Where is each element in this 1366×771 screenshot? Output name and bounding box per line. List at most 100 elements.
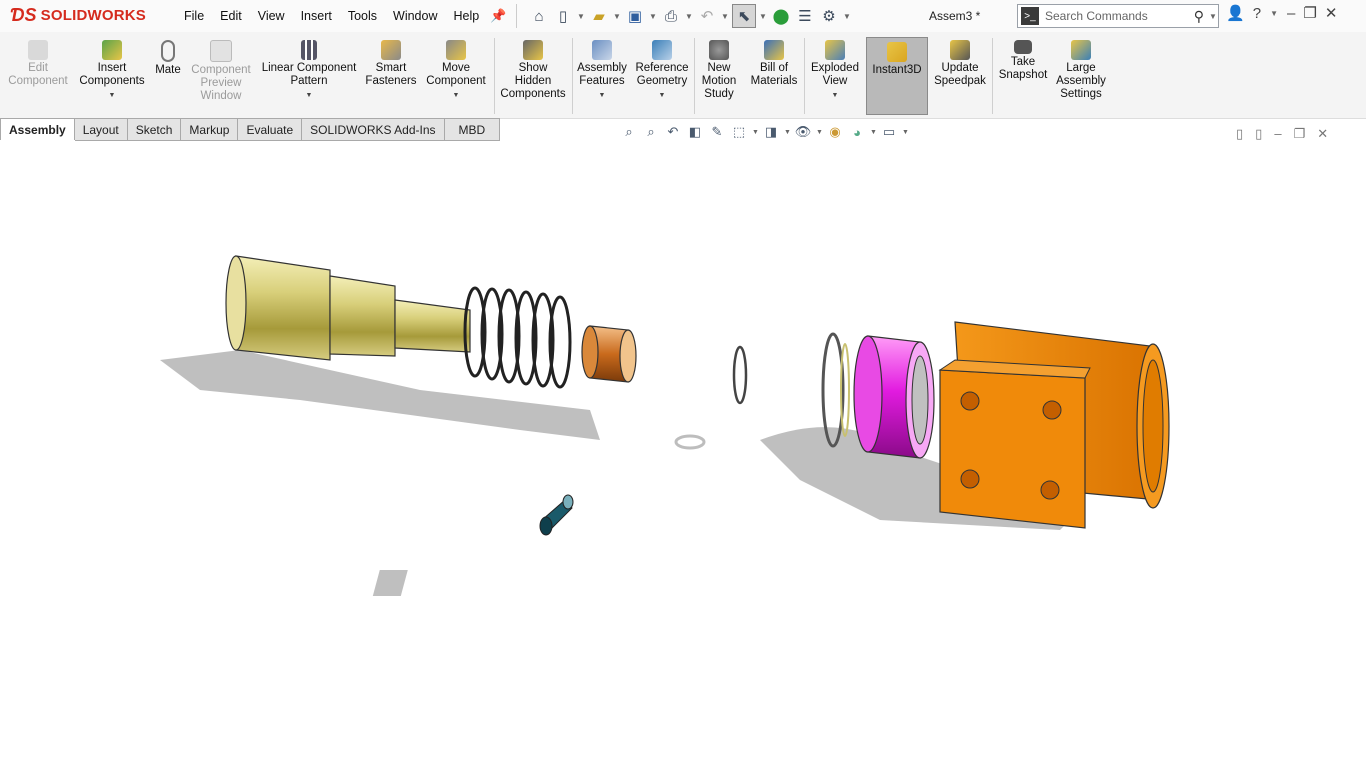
solidworks-logo[interactable]: ƊS SOLIDWORKS xyxy=(10,2,146,28)
chevron-down-icon[interactable]: ▼ xyxy=(574,89,630,102)
update-speedpak-button[interactable]: Update Speedpak xyxy=(932,36,988,88)
view-settings-icon[interactable]: ▭ xyxy=(880,123,898,141)
tab-addins[interactable]: SOLIDWORKS Add-Ins xyxy=(302,118,445,141)
chevron-down-icon[interactable]: ▼ xyxy=(758,12,768,21)
print-icon[interactable]: ⎙ xyxy=(660,5,682,27)
tab-mbd[interactable]: MBD xyxy=(444,118,501,141)
linear-component-pattern-button[interactable]: Linear Component Pattern ▼ xyxy=(258,36,360,102)
menu-edit[interactable]: Edit xyxy=(212,9,250,23)
command-label: Bill of Materials xyxy=(750,62,798,87)
quick-access-toolbar: ⌂ ▯ ▼ ▰ ▼ ▣ ▼ ⎙ ▼ ↶ ▼ ⬉ ▼ ⬤ ☰ ⚙ ▼ xyxy=(528,3,852,29)
tab-layout[interactable]: Layout xyxy=(74,118,128,141)
edit-appearance-icon[interactable]: ◉ xyxy=(826,123,844,141)
chevron-down-icon[interactable]: ▼ xyxy=(902,129,909,136)
select-cursor-icon[interactable]: ⬉ xyxy=(732,4,756,28)
section-view-icon[interactable]: ◧ xyxy=(686,123,704,141)
chevron-down-icon[interactable]: ▼ xyxy=(784,129,791,136)
edit-component-button[interactable]: Edit Component xyxy=(4,36,72,88)
file-properties-icon[interactable]: ☰ xyxy=(794,5,816,27)
home-icon[interactable]: ⌂ xyxy=(528,5,550,27)
chevron-down-icon[interactable]: ▼ xyxy=(422,89,490,102)
insert-components-button[interactable]: Insert Components ▼ xyxy=(76,36,148,102)
window-controls: 👤 ? ▼ – ❐ ✕ xyxy=(1226,4,1338,23)
exploded-view-button[interactable]: Exploded View ▼ xyxy=(808,36,862,102)
command-label: Large Assembly Settings xyxy=(1056,62,1106,100)
chevron-down-icon[interactable]: ▼ xyxy=(1269,9,1279,18)
reference-geometry-button[interactable]: Reference Geometry ▼ xyxy=(632,36,692,102)
component-preview-window-button[interactable]: Component Preview Window xyxy=(188,36,254,103)
exploded-assembly-view xyxy=(160,255,1170,596)
chevron-down-icon[interactable]: ▼ xyxy=(1208,12,1218,21)
move-component-button[interactable]: Move Component ▼ xyxy=(422,36,490,102)
chevron-down-icon[interactable]: ▼ xyxy=(808,89,862,102)
bom-icon xyxy=(764,40,784,60)
chevron-down-icon[interactable]: ▼ xyxy=(870,129,877,136)
menu-help[interactable]: Help xyxy=(446,9,488,23)
chevron-down-icon[interactable]: ▼ xyxy=(576,12,586,21)
dynamic-annotation-icon[interactable]: ✎ xyxy=(708,123,726,141)
tab-assembly[interactable]: Assembly xyxy=(0,118,75,140)
save-icon[interactable]: ▣ xyxy=(624,5,646,27)
mate-button[interactable]: Mate xyxy=(150,36,186,77)
menu-insert[interactable]: Insert xyxy=(293,9,340,23)
show-hidden-icon xyxy=(523,40,543,60)
menu-file[interactable]: File xyxy=(176,9,212,23)
graphics-area[interactable] xyxy=(0,140,1366,768)
bill-of-materials-button[interactable]: Bill of Materials xyxy=(746,36,802,88)
chevron-down-icon[interactable]: ▼ xyxy=(612,12,622,21)
plunger-part[interactable] xyxy=(225,255,471,361)
command-label: Smart Fasteners xyxy=(365,62,417,87)
open-folder-icon[interactable]: ▰ xyxy=(588,5,610,27)
view-orientation-icon[interactable]: ⬚ xyxy=(730,123,748,141)
menu-window[interactable]: Window xyxy=(385,9,445,23)
take-snapshot-button[interactable]: Take Snapshot xyxy=(996,36,1050,82)
instant3d-button[interactable]: Instant3D xyxy=(866,37,928,115)
motion-study-icon xyxy=(709,40,729,60)
chevron-down-icon[interactable]: ▼ xyxy=(816,129,823,136)
smart-fasteners-button[interactable]: Smart Fasteners xyxy=(362,36,420,88)
display-style-icon[interactable]: ◨ xyxy=(762,123,780,141)
restore-icon[interactable]: ❐ xyxy=(1303,4,1316,22)
chevron-down-icon[interactable]: ▼ xyxy=(258,89,360,102)
chevron-down-icon[interactable]: ▼ xyxy=(842,12,852,21)
retaining-ring-small[interactable] xyxy=(732,345,748,405)
pin-part[interactable] xyxy=(539,494,574,536)
spring-part[interactable] xyxy=(463,286,572,389)
apply-scene-icon[interactable]: ◕ xyxy=(848,123,866,141)
magenta-bushing-part[interactable] xyxy=(853,335,935,459)
show-hidden-components-button[interactable]: Show Hidden Components xyxy=(498,36,568,101)
previous-view-icon[interactable]: ↶ xyxy=(664,123,682,141)
housing-part[interactable] xyxy=(938,321,1170,529)
zoom-to-fit-icon[interactable]: ⌕ xyxy=(620,123,638,141)
chevron-down-icon[interactable]: ▼ xyxy=(632,89,692,102)
search-icon[interactable]: ⚲ xyxy=(1194,8,1204,25)
tab-evaluate[interactable]: Evaluate xyxy=(238,118,303,141)
close-icon[interactable]: ✕ xyxy=(1325,4,1338,22)
divider xyxy=(516,4,517,28)
new-document-icon[interactable]: ▯ xyxy=(552,5,574,27)
minimize-icon[interactable]: – xyxy=(1287,5,1295,22)
chevron-down-icon[interactable]: ▼ xyxy=(684,12,694,21)
chevron-down-icon[interactable]: ▼ xyxy=(76,89,148,102)
search-commands-input[interactable]: >_ Search Commands ⚲ ▼ xyxy=(1017,4,1219,28)
chevron-down-icon[interactable]: ▼ xyxy=(720,12,730,21)
tab-markup[interactable]: Markup xyxy=(181,118,239,141)
chevron-down-icon[interactable]: ▼ xyxy=(648,12,658,21)
chevron-down-icon[interactable]: ▼ xyxy=(752,129,759,136)
menu-view[interactable]: View xyxy=(250,9,293,23)
help-icon[interactable]: ? xyxy=(1253,5,1261,22)
copper-sleeve-part[interactable] xyxy=(581,325,637,383)
rebuild-traffic-light-icon[interactable]: ⬤ xyxy=(770,5,792,27)
tab-sketch[interactable]: Sketch xyxy=(127,118,182,141)
user-icon[interactable]: 👤 xyxy=(1226,4,1245,22)
zoom-to-area-icon[interactable]: ⌕ xyxy=(642,123,660,141)
large-assembly-settings-button[interactable]: Large Assembly Settings xyxy=(1054,36,1108,101)
menu-tools[interactable]: Tools xyxy=(340,9,385,23)
hide-show-items-icon[interactable]: 👁 xyxy=(794,123,812,141)
assembly-features-button[interactable]: Assembly Features ▼ xyxy=(574,36,630,102)
undo-icon[interactable]: ↶ xyxy=(696,5,718,27)
new-motion-study-button[interactable]: New Motion Study xyxy=(698,36,740,101)
pin-icon[interactable]: 📌 xyxy=(490,8,506,24)
brand-name: SOLIDWORKS xyxy=(40,6,147,24)
gear-icon[interactable]: ⚙ xyxy=(818,5,840,27)
